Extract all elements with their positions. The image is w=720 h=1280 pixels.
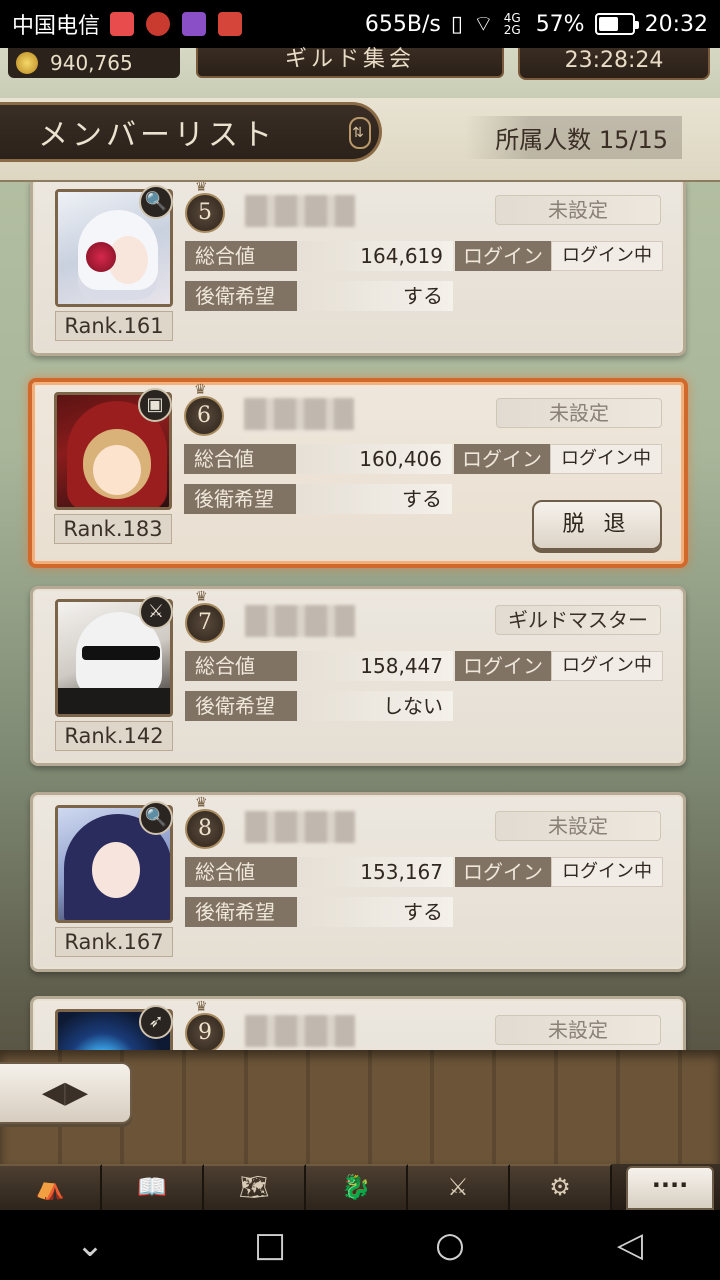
member-list-label: メンバーリスト: [38, 118, 276, 153]
clock: 20:32: [644, 11, 708, 37]
book-icon[interactable]: 📖: [102, 1164, 204, 1210]
rear-guard-label: 後衛希望: [185, 897, 297, 927]
settings-icon[interactable]: ⚙: [510, 1164, 612, 1210]
coin-counter: 940,765: [8, 48, 180, 78]
member-number: 6: [184, 396, 224, 436]
login-status: ログイン中: [551, 857, 663, 887]
member-number: 9: [185, 1013, 225, 1050]
guild-role: 未設定: [495, 811, 661, 841]
member-card[interactable]: ➶ ♛ 9 未設定: [30, 996, 686, 1050]
back-button[interactable]: ◀▶: [0, 1062, 132, 1124]
total-value: 153,167: [297, 857, 453, 887]
member-name-redacted: [245, 1015, 355, 1047]
vibrate-icon: ▯: [450, 11, 463, 37]
rear-guard-value: する: [297, 281, 453, 311]
member-card[interactable]: ⚔ Rank.142 ♛ 7 ギルドマスター 総合値 158,447 ログイン …: [30, 586, 686, 766]
dragon-icon[interactable]: 🐉: [306, 1164, 408, 1210]
guild-role: 未設定: [495, 1015, 661, 1045]
map-icon[interactable]: 🗺: [204, 1164, 306, 1210]
member-card[interactable]: 🔍 Rank.167 ♛ 8 未設定 総合値 153,167 ログイン ログイン…: [30, 792, 686, 972]
wifi-icon: ⌔: [473, 12, 494, 37]
member-rank: Rank.167: [55, 927, 173, 957]
login-label: ログイン: [455, 651, 551, 681]
member-number: 8: [185, 809, 225, 849]
member-count-label: 所属人数: [495, 126, 592, 154]
notification-icon: [110, 12, 135, 36]
list-header: メンバーリスト ⇅ 所属人数 15/15: [0, 98, 720, 182]
screen-title: ギルド集会: [196, 48, 504, 78]
rear-guard-label: 後衛希望: [184, 484, 296, 514]
carrier-name: 中国电信: [12, 14, 101, 39]
total-value: 158,447: [297, 651, 453, 681]
rear-guard-label: 後衛希望: [185, 691, 297, 721]
member-rank: Rank.142: [55, 721, 173, 751]
rear-guard-value: する: [297, 897, 453, 927]
member-list[interactable]: 🔍 Rank.161 ♛ 5 未設定 総合値 164,619 ログイン ログイン…: [0, 182, 720, 1050]
member-count: 所属人数 15/15: [465, 116, 682, 159]
net-speed: 655B/s: [364, 11, 441, 37]
notification-icon: [182, 12, 207, 36]
notification-icon: [218, 12, 243, 36]
total-label: 総合値: [184, 444, 296, 474]
guild-role: 未設定: [496, 398, 662, 428]
main-menu-bar: ⛺ 📖 🗺 🐉 ⚔ ⚙: [0, 1164, 720, 1210]
rear-guard-value: しない: [297, 691, 453, 721]
camp-icon[interactable]: ⛺: [0, 1164, 102, 1210]
game-hud: 940,765 ギルド集会 23:28:24: [0, 48, 720, 98]
login-label: ログイン: [455, 857, 551, 887]
member-card-selected[interactable]: ▣ Rank.183 ♛ 6 未設定 総合値 160,406 ログイン ログイン…: [28, 378, 688, 568]
login-status: ログイン中: [551, 241, 663, 271]
member-number: 5: [185, 193, 225, 233]
total-label: 総合値: [185, 857, 297, 887]
member-list-title: メンバーリスト ⇅: [0, 102, 382, 162]
member-card[interactable]: 🔍 Rank.161 ♛ 5 未設定 総合値 164,619 ログイン ログイン…: [30, 182, 686, 356]
total-value: 164,619: [297, 241, 453, 271]
weapons-icon[interactable]: ⚔: [408, 1164, 510, 1210]
member-rank: Rank.183: [54, 514, 172, 544]
back-icon[interactable]: ◁: [580, 1225, 680, 1265]
bottom-deck: ◀▶: [0, 1050, 720, 1164]
battery-percent: 57%: [535, 11, 585, 37]
login-status: ログイン中: [550, 444, 662, 474]
member-count-value: 15/15: [598, 126, 668, 154]
status-bar: 中国电信 655B/s ▯ ⌔ 4G 2G 57% 20:32: [0, 0, 720, 48]
home-icon[interactable]: ○: [400, 1225, 500, 1265]
sort-icon[interactable]: ⇅: [349, 117, 371, 149]
signal-icon: 4G 2G: [503, 11, 521, 37]
more-menu-button[interactable]: ····: [626, 1166, 714, 1210]
member-name-redacted: [245, 195, 355, 227]
login-status: ログイン中: [551, 651, 663, 681]
magnifier-icon: 🔍: [139, 801, 173, 835]
tome-icon: ▣: [138, 388, 172, 422]
total-value: 160,406: [296, 444, 452, 474]
timer: 23:28:24: [518, 48, 710, 80]
magnifier-icon: 🔍: [139, 185, 173, 219]
notification-icon: [146, 12, 171, 36]
guild-role: ギルドマスター: [495, 605, 661, 635]
spear-icon: ➶: [139, 1005, 173, 1039]
rear-guard-label: 後衛希望: [185, 281, 297, 311]
rear-guard-value: する: [296, 484, 452, 514]
total-label: 総合値: [185, 651, 297, 681]
member-name-redacted: [245, 811, 355, 843]
member-number: 7: [185, 603, 225, 643]
collapse-icon[interactable]: ⌄: [40, 1225, 140, 1265]
login-label: ログイン: [454, 444, 550, 474]
member-rank: Rank.161: [55, 311, 173, 341]
member-name-redacted: [245, 605, 355, 637]
coin-icon: [16, 52, 38, 74]
leave-button[interactable]: 脱 退: [532, 500, 662, 550]
recent-apps-icon[interactable]: □: [220, 1225, 320, 1265]
battery-icon: [594, 13, 639, 35]
member-name-redacted: [244, 398, 354, 430]
coin-value: 940,765: [50, 51, 133, 75]
total-label: 総合値: [185, 241, 297, 271]
system-nav-bar: ⌄ □ ○ ◁: [0, 1210, 720, 1280]
sword-icon: ⚔: [139, 595, 173, 629]
login-label: ログイン: [455, 241, 551, 271]
guild-role: 未設定: [495, 195, 661, 225]
